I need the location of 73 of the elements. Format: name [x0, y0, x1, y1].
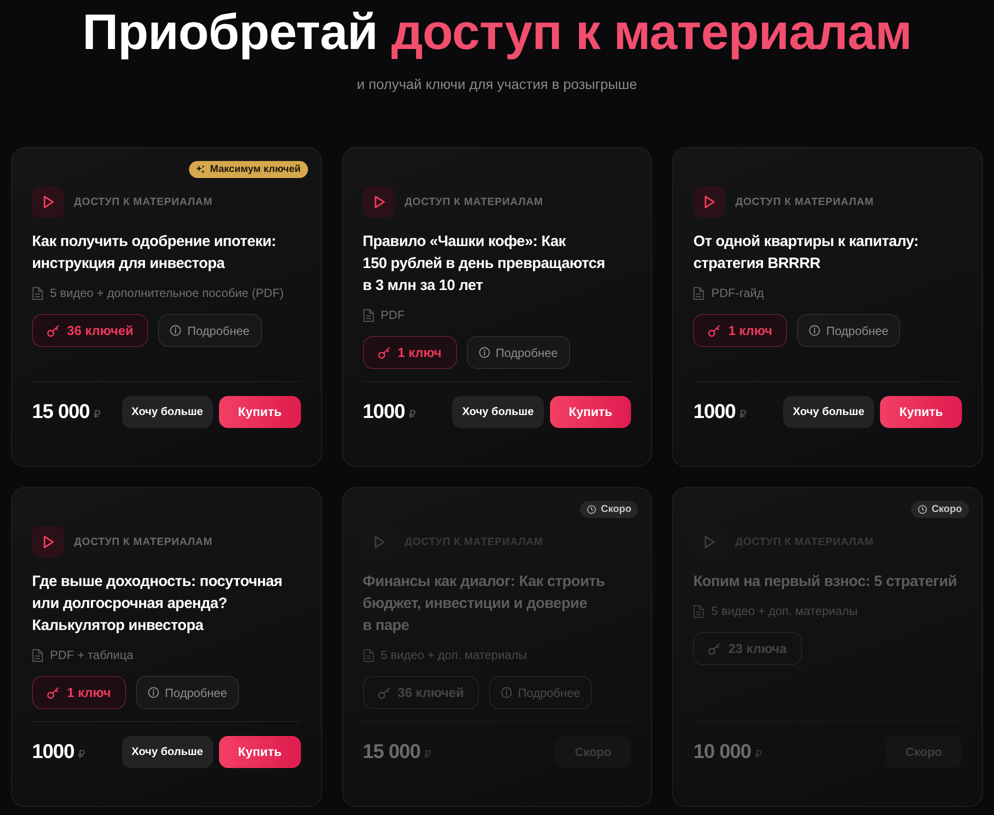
currency-sign: ₽ — [78, 748, 86, 761]
card-title: Где выше доходность: посуточная или долгосрочная аренда? Калькулятор инвестора — [32, 572, 284, 636]
play-icon — [693, 186, 726, 218]
document-icon — [693, 286, 704, 300]
currency-sign: ₽ — [408, 408, 416, 421]
keys-price-button[interactable]: 36 ключей — [32, 314, 148, 347]
category-label: ДОСТУП К МАТЕРИАЛАМ — [404, 196, 544, 208]
clock-icon — [586, 505, 596, 514]
page-heading: Приобретай доступ к материалам — [81, 3, 913, 60]
format-text: 5 видео + доп. материалы — [380, 647, 527, 663]
want-more-button[interactable]: Хочу больше — [122, 396, 214, 428]
currency-sign: ₽ — [424, 748, 432, 761]
keys-price-button[interactable]: 1 ключ — [362, 336, 457, 369]
document-icon — [32, 648, 43, 662]
play-icon — [32, 186, 64, 218]
badge-label: Скоро — [600, 504, 632, 515]
format-text: PDF — [380, 307, 405, 323]
page-subtitle: и получай ключи для участия в розыгрыше — [356, 75, 638, 94]
details-button[interactable]: Подробнее — [797, 314, 900, 347]
document-icon — [693, 604, 704, 618]
price-text: 15 000 — [362, 740, 420, 765]
keys-price-button[interactable]: 1 ключ — [693, 314, 788, 347]
category-label: ДОСТУП К МАТЕРИАЛАМ — [74, 536, 212, 548]
format-text: PDF + таблица — [50, 647, 134, 663]
card-title: Как получить одобрение ипотеки: инструкция для инвестора — [32, 232, 277, 274]
document-icon — [32, 286, 43, 300]
key-icon — [47, 324, 59, 336]
key-icon — [708, 642, 720, 654]
sparkle-icon — [196, 165, 206, 174]
info-icon — [148, 687, 159, 698]
document-icon — [362, 648, 374, 662]
format-text: 5 видео + дополнительное пособие (PDF) — [50, 285, 284, 301]
want-more-button[interactable]: Хочу больше — [452, 396, 544, 428]
price-text: 10 000 — [693, 740, 751, 765]
buy-button[interactable]: Купить — [880, 396, 962, 428]
clock-icon — [918, 505, 927, 514]
card-title: Правило «Чашки кофе»: Как 150 рублей в день превращаются в 3 млн за 10 лет — [362, 232, 606, 296]
key-icon — [378, 686, 390, 698]
keys-price-button[interactable]: 1 ключ — [32, 676, 126, 709]
buy-button[interactable]: Купить — [219, 396, 301, 428]
details-button[interactable]: Подробнее — [466, 336, 570, 369]
key-icon — [378, 346, 390, 358]
price-text: 15 000 — [32, 400, 90, 425]
document-icon — [362, 308, 374, 322]
want-more-button[interactable]: Хочу больше — [122, 736, 214, 768]
category-label: ДОСТУП К МАТЕРИАЛАМ — [735, 196, 874, 208]
play-icon — [32, 526, 64, 558]
card-title: Финансы как диалог: Как строить бюджет, инвестиции и доверие в паре — [362, 572, 606, 636]
price-text: 1000 — [32, 740, 74, 765]
card-title: Копим на первый взнос: 5 стратегий — [693, 572, 958, 592]
info-icon — [478, 347, 490, 358]
key-icon — [708, 324, 720, 336]
price-text: 1000 — [693, 400, 736, 425]
buy-button[interactable]: Купить — [219, 736, 301, 768]
info-icon — [501, 687, 512, 698]
format-text: 5 видео + доп. материалы — [711, 603, 858, 619]
info-icon — [170, 325, 182, 336]
badge-label: Максимум ключей — [210, 164, 301, 175]
badge-label: Скоро — [932, 504, 962, 515]
price-text: 1000 — [362, 400, 405, 425]
currency-sign: ₽ — [739, 408, 746, 421]
format-text: PDF-гайд — [711, 285, 764, 301]
want-more-button[interactable]: Хочу больше — [782, 396, 874, 428]
info-icon — [809, 325, 820, 336]
card-title: От одной квартиры к капиталу: стратегия BRRRR — [693, 232, 920, 274]
currency-sign: ₽ — [94, 408, 101, 421]
buy-button[interactable]: Купить — [550, 396, 632, 428]
currency-sign: ₽ — [754, 748, 762, 761]
play-icon — [362, 186, 395, 218]
category-label: ДОСТУП К МАТЕРИАЛАМ — [74, 196, 212, 208]
key-icon — [47, 686, 59, 698]
details-button[interactable]: Подробнее — [136, 676, 240, 709]
details-button[interactable]: Подробнее — [158, 314, 262, 347]
